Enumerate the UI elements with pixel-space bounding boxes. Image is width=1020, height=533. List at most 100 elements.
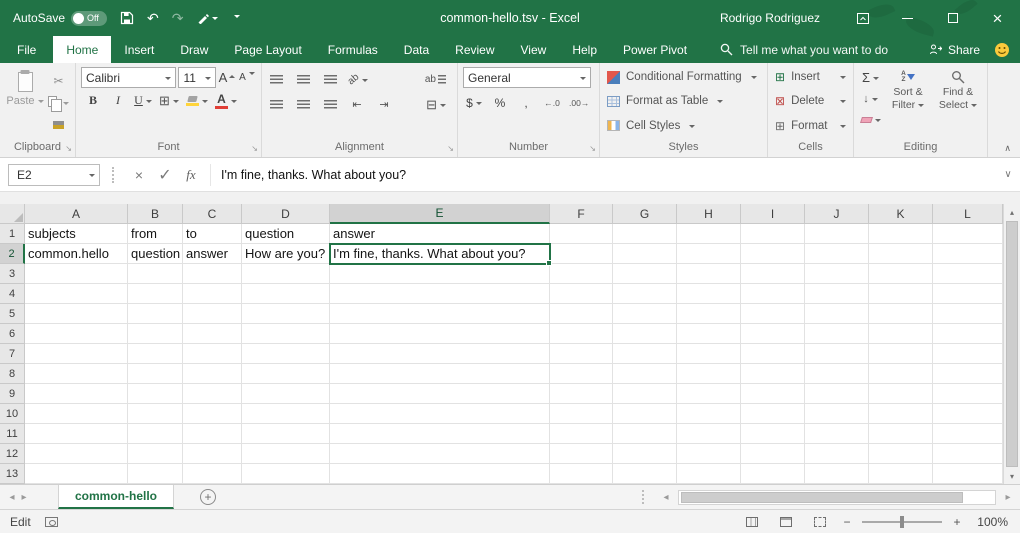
cell-C4[interactable] (183, 284, 242, 304)
cell-B5[interactable] (128, 304, 183, 324)
cell-B13[interactable] (128, 464, 183, 484)
cell-L7[interactable] (933, 344, 1003, 364)
maximize-button[interactable] (930, 0, 975, 36)
row-header-10[interactable]: 10 (0, 404, 25, 424)
find-select-button[interactable]: Find & Select (934, 67, 982, 140)
zoom-level[interactable]: 100% (972, 515, 1008, 529)
cell-K13[interactable] (869, 464, 933, 484)
cell-C13[interactable] (183, 464, 242, 484)
cell-A1[interactable]: subjects (25, 224, 128, 244)
cell-A9[interactable] (25, 384, 128, 404)
cell-E10[interactable] (330, 404, 550, 424)
align-left-button[interactable] (267, 95, 285, 114)
cell-K10[interactable] (869, 404, 933, 424)
cell-J6[interactable] (805, 324, 869, 344)
cell-L1[interactable] (933, 224, 1003, 244)
cell-E8[interactable] (330, 364, 550, 384)
autosave-switch[interactable]: Off (71, 11, 107, 26)
row-header-1[interactable]: 1 (0, 224, 25, 244)
row-header-9[interactable]: 9 (0, 384, 25, 404)
cell-E6[interactable] (330, 324, 550, 344)
cell-B2[interactable]: question (128, 244, 183, 264)
cell-K1[interactable] (869, 224, 933, 244)
cell-J13[interactable] (805, 464, 869, 484)
cell-J8[interactable] (805, 364, 869, 384)
cell-E5[interactable] (330, 304, 550, 324)
column-header-A[interactable]: A (25, 204, 128, 224)
column-header-C[interactable]: C (183, 204, 242, 224)
cell-J3[interactable] (805, 264, 869, 284)
cell-D2[interactable]: How are you? (242, 244, 330, 264)
percent-style-button[interactable]: % (491, 93, 509, 112)
cell-J5[interactable] (805, 304, 869, 324)
normal-view-button[interactable] (740, 513, 764, 531)
cell-C8[interactable] (183, 364, 242, 384)
decrease-font-size-button[interactable]: A (238, 68, 256, 87)
column-header-F[interactable]: F (550, 204, 613, 224)
cell-H6[interactable] (677, 324, 741, 344)
cell-D1[interactable]: question (242, 224, 330, 244)
select-all-corner[interactable] (0, 204, 25, 224)
cell-A12[interactable] (25, 444, 128, 464)
cell-D6[interactable] (242, 324, 330, 344)
tab-power-pivot[interactable]: Power Pivot (610, 36, 700, 63)
cell-H2[interactable] (677, 244, 741, 264)
row-header-8[interactable]: 8 (0, 364, 25, 384)
cell-F8[interactable] (550, 364, 613, 384)
redo-button[interactable]: ↷ (172, 11, 184, 25)
align-bottom-button[interactable] (321, 70, 339, 89)
cell-G8[interactable] (613, 364, 677, 384)
ribbon-display-options-button[interactable] (840, 0, 885, 36)
cell-C2[interactable]: answer (183, 244, 242, 264)
cell-H4[interactable] (677, 284, 741, 304)
cell-J7[interactable] (805, 344, 869, 364)
cell-E11[interactable] (330, 424, 550, 444)
column-header-D[interactable]: D (242, 204, 330, 224)
new-sheet-button[interactable]: + (200, 489, 216, 505)
clear-button[interactable] (859, 112, 882, 127)
cell-J10[interactable] (805, 404, 869, 424)
cell-F10[interactable] (550, 404, 613, 424)
sheet-tab-common-hello[interactable]: common-hello (58, 485, 174, 509)
row-header-6[interactable]: 6 (0, 324, 25, 344)
cell-A11[interactable] (25, 424, 128, 444)
tab-page-layout[interactable]: Page Layout (221, 36, 314, 63)
cell-H3[interactable] (677, 264, 741, 284)
cell-B8[interactable] (128, 364, 183, 384)
cell-styles-button[interactable]: Cell Styles (607, 115, 760, 136)
cell-F13[interactable] (550, 464, 613, 484)
cell-D13[interactable] (242, 464, 330, 484)
cell-B12[interactable] (128, 444, 183, 464)
cell-D9[interactable] (242, 384, 330, 404)
cell-K9[interactable] (869, 384, 933, 404)
cell-A2[interactable]: common.hello (25, 244, 128, 264)
row-header-11[interactable]: 11 (0, 424, 25, 444)
cell-F3[interactable] (550, 264, 613, 284)
cell-H12[interactable] (677, 444, 741, 464)
cell-E4[interactable] (330, 284, 550, 304)
increase-font-size-button[interactable]: A (218, 68, 236, 87)
cell-D3[interactable] (242, 264, 330, 284)
copy-button[interactable] (48, 93, 69, 112)
cell-I3[interactable] (741, 264, 805, 284)
cell-A10[interactable] (25, 404, 128, 424)
cell-C10[interactable] (183, 404, 242, 424)
cell-C5[interactable] (183, 304, 242, 324)
conditional-formatting-button[interactable]: Conditional Formatting (607, 67, 760, 88)
cell-C1[interactable]: to (183, 224, 242, 244)
paste-button[interactable]: Paste (5, 67, 45, 140)
cell-B11[interactable] (128, 424, 183, 444)
horizontal-scrollbar[interactable] (678, 490, 996, 505)
cell-D5[interactable] (242, 304, 330, 324)
zoom-slider-thumb[interactable] (900, 516, 904, 528)
cell-D7[interactable] (242, 344, 330, 364)
cell-H1[interactable] (677, 224, 741, 244)
macro-recording-icon[interactable] (45, 517, 58, 527)
cell-F6[interactable] (550, 324, 613, 344)
decrease-decimal-button[interactable]: .00→ (569, 93, 589, 112)
cell-D10[interactable] (242, 404, 330, 424)
insert-cells-button[interactable]: ⊞Insert (775, 67, 846, 88)
hscroll-right-button[interactable]: ▸ (996, 485, 1020, 509)
zoom-in-button[interactable]: + (952, 515, 962, 529)
hscroll-left-button[interactable]: ◂ (654, 485, 678, 509)
